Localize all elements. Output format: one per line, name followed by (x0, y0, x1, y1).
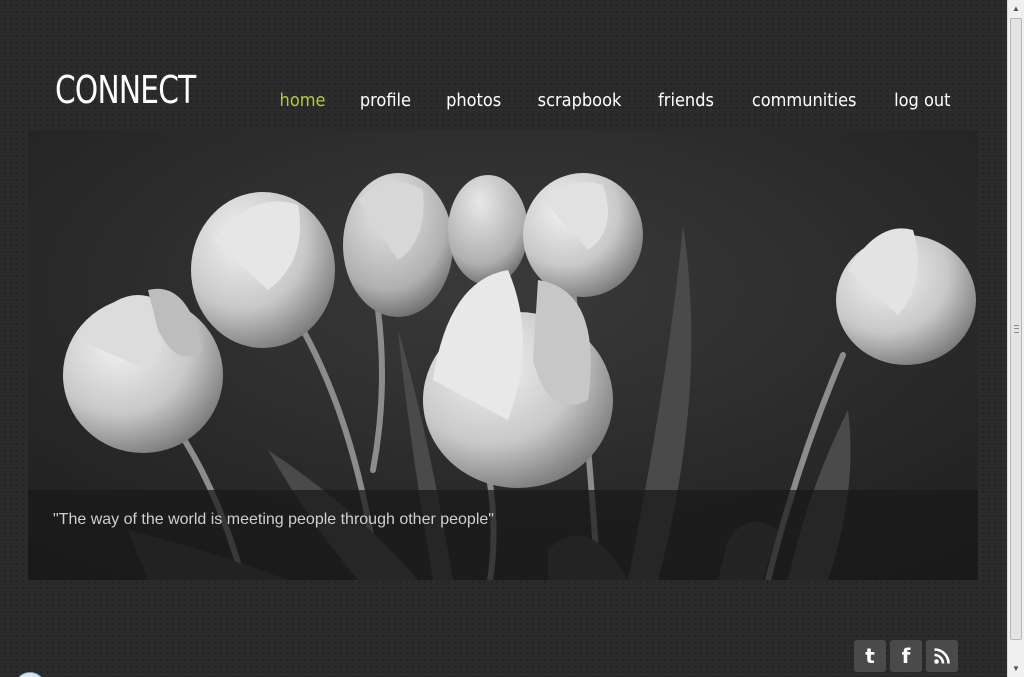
vertical-scrollbar[interactable]: ▲ ▼ (1007, 0, 1024, 677)
browser-status-icon (14, 672, 46, 677)
nav-item-home[interactable]: home (279, 90, 325, 111)
nav-item-photos[interactable]: photos (446, 90, 501, 111)
scroll-down-arrow-icon[interactable]: ▼ (1008, 660, 1024, 677)
twitter-icon[interactable]: t (854, 640, 886, 672)
hero-caption: "The way of the world is meeting people … (53, 511, 494, 528)
nav-item-communities[interactable]: communities (752, 90, 857, 111)
nav-item-friends[interactable]: friends (658, 90, 714, 111)
site-logo[interactable]: CONNECT (55, 68, 196, 112)
social-links: t f (854, 640, 958, 672)
scrollbar-grip-icon (1014, 325, 1019, 333)
hero-caption-bar: "The way of the world is meeting people … (28, 490, 978, 580)
main-nav: home profile photos scrapbook friends co… (277, 90, 954, 111)
rss-glyph (934, 648, 950, 664)
scrollbar-thumb[interactable] (1010, 18, 1022, 640)
scroll-up-arrow-icon[interactable]: ▲ (1008, 0, 1024, 17)
nav-item-log-out[interactable]: log out (894, 90, 950, 111)
nav-item-profile[interactable]: profile (360, 90, 411, 111)
nav-item-scrapbook[interactable]: scrapbook (538, 90, 622, 111)
rss-icon[interactable] (926, 640, 958, 672)
hero-banner: "The way of the world is meeting people … (28, 130, 978, 580)
page: CONNECT home profile photos scrapbook fr… (0, 0, 1024, 677)
facebook-icon[interactable]: f (890, 640, 922, 672)
